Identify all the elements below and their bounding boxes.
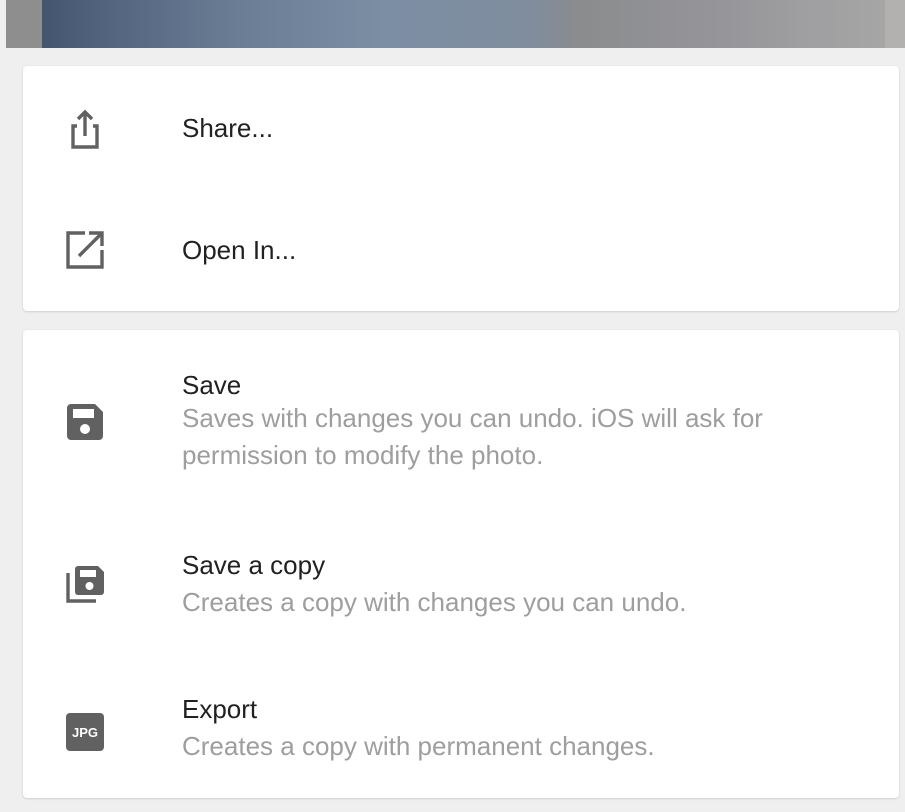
save-copy-description: Creates a copy with changes you can undo…: [182, 587, 687, 617]
save-menu-item[interactable]: Save Saves with changes you can undo. iO…: [23, 330, 899, 505]
share-label: Share...: [182, 113, 274, 143]
share-icon: [63, 106, 107, 150]
share-menu-item[interactable]: Share...: [23, 66, 899, 188]
jpg-badge-text: JPG: [66, 713, 104, 751]
open-in-menu-item[interactable]: Open In...: [23, 188, 899, 311]
save-copy-icon: [63, 561, 107, 605]
save-copy-label: Save a copy: [182, 550, 326, 580]
open-in-icon: [63, 228, 107, 272]
open-in-label: Open In...: [182, 235, 297, 265]
save-options-card: Save Saves with changes you can undo. iO…: [23, 330, 899, 798]
export-menu-item[interactable]: JPG Export Creates a copy with permanent…: [23, 650, 899, 798]
export-label: Export: [182, 694, 258, 724]
export-description: Creates a copy with permanent changes.: [182, 731, 655, 761]
save-copy-menu-item[interactable]: Save a copy Creates a copy with changes …: [23, 505, 899, 650]
save-label: Save: [182, 370, 242, 400]
share-options-card: Share... Open In...: [23, 66, 899, 311]
save-description: Saves with changes you can undo. iOS wil…: [182, 403, 763, 470]
photo-preview-strip: [0, 0, 905, 48]
jpg-icon: JPG: [63, 710, 107, 754]
save-icon: [63, 400, 107, 444]
photo-preview: [6, 0, 905, 48]
